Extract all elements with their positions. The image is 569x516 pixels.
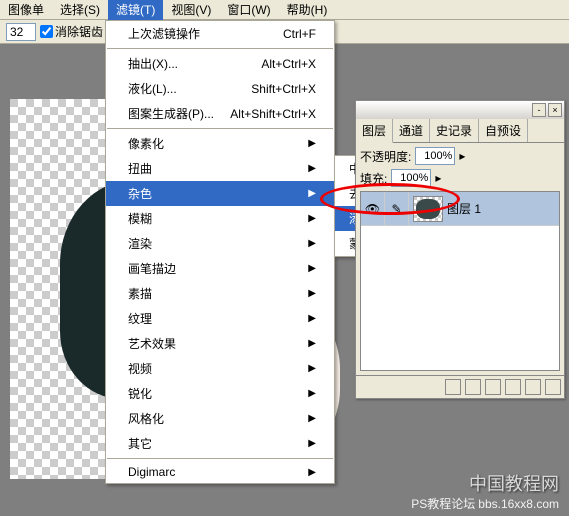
fx-icon[interactable] bbox=[445, 379, 461, 395]
close-button[interactable]: × bbox=[548, 103, 562, 117]
new-layer-icon[interactable] bbox=[525, 379, 541, 395]
arrow-icon: ▶ bbox=[308, 263, 316, 274]
panel-titlebar: - × bbox=[356, 101, 564, 119]
watermark-url: PS教程论坛 bbs.16xx8.com bbox=[411, 495, 559, 512]
brush-icon: ✎ bbox=[391, 202, 401, 216]
menu-digimarc[interactable]: Digimarc▶ bbox=[106, 461, 334, 483]
eye-icon: 👁 bbox=[365, 202, 380, 216]
menu-liquify[interactable]: 液化(L)... Shift+Ctrl+X bbox=[106, 76, 334, 101]
antialias-check[interactable] bbox=[40, 25, 53, 38]
arrow-icon: ▶ bbox=[308, 163, 316, 174]
menu-help[interactable]: 帮助(H) bbox=[279, 0, 336, 20]
menu-view[interactable]: 视图(V) bbox=[163, 0, 219, 20]
filter-menu: 上次滤镜操作 Ctrl+F 抽出(X)... Alt+Ctrl+X 液化(L).… bbox=[105, 20, 335, 484]
menubar: 图像单 选择(S) 滤镜(T) 视图(V) 窗口(W) 帮助(H) bbox=[0, 0, 569, 20]
menu-sketch[interactable]: 素描▶ bbox=[106, 281, 334, 306]
arrow-icon: ▶ bbox=[308, 213, 316, 224]
adjustment-icon[interactable] bbox=[505, 379, 521, 395]
fill-input[interactable] bbox=[391, 169, 431, 187]
menu-texture[interactable]: 纹理▶ bbox=[106, 306, 334, 331]
menu-other[interactable]: 其它▶ bbox=[106, 431, 334, 456]
arrow-icon: ▶ bbox=[308, 238, 316, 249]
trash-icon[interactable] bbox=[545, 379, 561, 395]
arrow-icon: ▶ bbox=[308, 313, 316, 324]
menu-window[interactable]: 窗口(W) bbox=[219, 0, 278, 20]
tab-presets[interactable]: 自预设 bbox=[479, 119, 528, 142]
tab-history[interactable]: 史记录 bbox=[430, 119, 479, 142]
link-cell[interactable]: ✎ bbox=[385, 192, 409, 225]
layer-thumbnail[interactable] bbox=[413, 196, 443, 222]
opacity-label: 不透明度: bbox=[360, 148, 411, 165]
layer-name[interactable]: 图层 1 bbox=[447, 200, 481, 217]
menu-select[interactable]: 选择(S) bbox=[52, 0, 108, 20]
panel-tabs: 图层 通道 史记录 自预设 bbox=[356, 119, 564, 143]
arrow-icon: ▶ bbox=[308, 438, 316, 449]
arrow-icon: ▶ bbox=[308, 138, 316, 149]
layers-list: 👁 ✎ 图层 1 bbox=[360, 191, 560, 371]
menu-pattern-maker[interactable]: 图案生成器(P)... Alt+Shift+Ctrl+X bbox=[106, 101, 334, 126]
arrow-icon[interactable]: ▸ bbox=[459, 149, 465, 163]
menu-extract[interactable]: 抽出(X)... Alt+Ctrl+X bbox=[106, 51, 334, 76]
arrow-icon: ▶ bbox=[308, 338, 316, 349]
layer-row[interactable]: 👁 ✎ 图层 1 bbox=[361, 192, 559, 226]
menu-last-filter[interactable]: 上次滤镜操作 Ctrl+F bbox=[106, 21, 334, 46]
layers-panel: - × 图层 通道 史记录 自预设 不透明度: ▸ 填充: ▸ 👁 ✎ bbox=[355, 100, 565, 399]
tab-layers[interactable]: 图层 bbox=[356, 119, 393, 143]
panel-footer bbox=[356, 375, 564, 398]
arrow-icon: ▶ bbox=[308, 388, 316, 399]
arrow-icon[interactable]: ▸ bbox=[435, 171, 441, 185]
menu-distort[interactable]: 扭曲▶ bbox=[106, 156, 334, 181]
arrow-icon: ▶ bbox=[308, 363, 316, 374]
tab-channels[interactable]: 通道 bbox=[393, 119, 430, 142]
mask-icon[interactable] bbox=[465, 379, 481, 395]
menu-blur[interactable]: 模糊▶ bbox=[106, 206, 334, 231]
menu-sharpen[interactable]: 锐化▶ bbox=[106, 381, 334, 406]
menu-brush-strokes[interactable]: 画笔描边▶ bbox=[106, 256, 334, 281]
menu-artistic[interactable]: 艺术效果▶ bbox=[106, 331, 334, 356]
folder-icon[interactable] bbox=[485, 379, 501, 395]
antialias-label: 消除锯齿 bbox=[55, 23, 103, 40]
arrow-icon: ▶ bbox=[308, 413, 316, 424]
menu-noise[interactable]: 杂色▶ bbox=[106, 181, 334, 206]
watermark: 中国教程网 bbox=[469, 470, 559, 496]
last-filter-shortcut: Ctrl+F bbox=[283, 27, 316, 41]
antialias-checkbox[interactable]: 消除锯齿 bbox=[40, 23, 103, 40]
menu-stylize[interactable]: 风格化▶ bbox=[106, 406, 334, 431]
menu-image[interactable]: 图像单 bbox=[0, 0, 52, 20]
arrow-icon: ▶ bbox=[308, 288, 316, 299]
menu-video[interactable]: 视频▶ bbox=[106, 356, 334, 381]
menu-filter[interactable]: 滤镜(T) bbox=[108, 0, 163, 20]
menu-render[interactable]: 渲染▶ bbox=[106, 231, 334, 256]
brush-size-input[interactable] bbox=[6, 23, 36, 41]
last-filter-label: 上次滤镜操作 bbox=[128, 25, 200, 42]
arrow-icon: ▶ bbox=[308, 467, 316, 478]
visibility-toggle[interactable]: 👁 bbox=[361, 192, 385, 225]
opacity-input[interactable] bbox=[415, 147, 455, 165]
fill-label: 填充: bbox=[360, 170, 387, 187]
arrow-icon: ▶ bbox=[308, 188, 316, 199]
menu-pixelate[interactable]: 像素化▶ bbox=[106, 131, 334, 156]
minimize-button[interactable]: - bbox=[532, 103, 546, 117]
